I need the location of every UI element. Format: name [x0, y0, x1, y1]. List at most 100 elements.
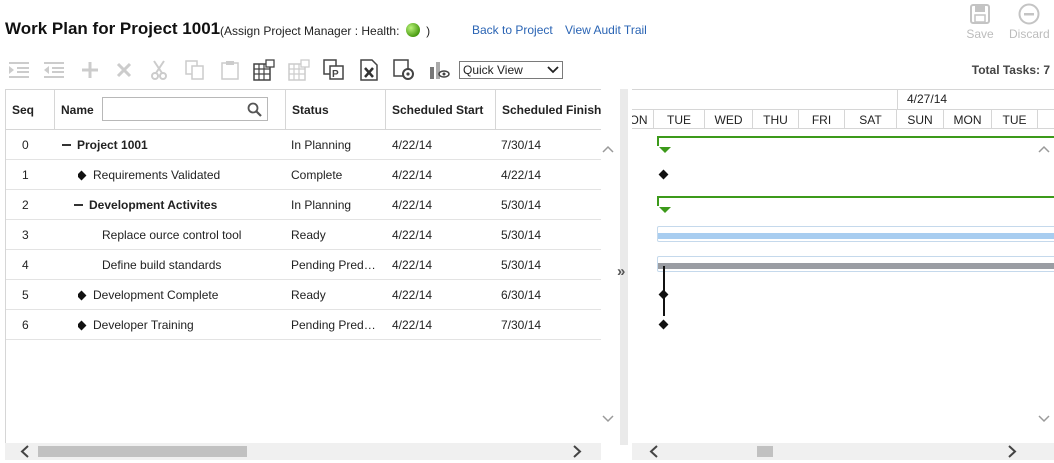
gantt-milestone[interactable] — [658, 289, 669, 300]
scroll-right-icon[interactable] — [1007, 445, 1017, 458]
cell-finish: 7/30/14 — [501, 318, 542, 332]
table-row[interactable]: 5 Development Complete Ready 4/22/14 6/3… — [6, 280, 601, 310]
cell-name: Project 1001 — [62, 130, 148, 160]
column-header-seq[interactable]: Seq — [6, 90, 55, 129]
table-row[interactable]: 4 Define build standards Pending Pred… 4… — [6, 250, 601, 280]
outdent-icon[interactable] — [43, 59, 65, 81]
discard-label: Discard — [1009, 27, 1050, 41]
gantt-milestone[interactable] — [658, 169, 669, 180]
gantt-task-fill — [658, 233, 1054, 239]
gantt-day: TUE — [992, 110, 1038, 129]
cell-finish: 4/22/14 — [501, 168, 542, 182]
cell-status: Pending Pred… — [291, 258, 376, 272]
cell-start: 4/22/14 — [392, 168, 433, 182]
gantt-day-header: ON TUE WED THU FRI SAT SUN MON TUE — [632, 109, 1054, 129]
export-excel-icon[interactable] — [358, 59, 380, 81]
paste-icon[interactable] — [219, 59, 241, 81]
indent-icon[interactable] — [8, 59, 30, 81]
cell-name: Development Complete — [78, 280, 218, 310]
cell-status: Pending Pred… — [291, 318, 376, 332]
grid-horizontal-scrollbar[interactable] — [5, 443, 601, 460]
gantt-vertical-scrollbar[interactable] — [1036, 140, 1052, 430]
delete-icon[interactable] — [113, 59, 135, 81]
gantt-task-fill — [658, 263, 1054, 269]
cell-name: Define build standards — [102, 258, 222, 272]
grid-vertical-scrollbar[interactable] — [600, 140, 616, 430]
table-row[interactable]: 0 Project 1001 In Planning 4/22/14 7/30/… — [6, 130, 601, 160]
cell-name: Replace ource control tool — [102, 228, 242, 242]
scroll-up-icon[interactable] — [1036, 144, 1052, 154]
cell-start: 4/22/14 — [392, 228, 433, 242]
settings-icon[interactable] — [393, 59, 415, 81]
gantt-day: WED — [705, 110, 753, 129]
view-audit-trail-link[interactable]: View Audit Trail — [565, 23, 647, 37]
cell-status: Ready — [291, 288, 326, 302]
cell-name: Requirements Validated — [78, 160, 220, 190]
cell-name: Developer Training — [78, 310, 194, 340]
cell-status: In Planning — [291, 198, 352, 212]
scroll-thumb[interactable] — [757, 446, 773, 457]
row-name: Requirements Validated — [93, 168, 221, 182]
table-row[interactable]: 1 Requirements Validated Complete 4/22/1… — [6, 160, 601, 190]
scroll-left-icon[interactable] — [649, 445, 659, 458]
copy-icon[interactable] — [184, 59, 206, 81]
gantt-summary-bar[interactable] — [657, 136, 1054, 153]
gantt-task-bar[interactable] — [657, 226, 1054, 242]
cell-start: 4/22/14 — [392, 198, 433, 212]
table-row[interactable]: 2 Development Activites In Planning 4/22… — [6, 190, 601, 220]
gantt-day: SUN — [897, 110, 944, 129]
gantt-day: TUE — [654, 110, 705, 129]
copy-project-icon[interactable]: P — [323, 59, 345, 81]
grid-disabled-icon[interactable] — [288, 59, 310, 81]
collapse-pane-toggle[interactable]: » — [617, 263, 625, 280]
row-name: Developer Training — [93, 318, 194, 332]
gantt-task-bar[interactable] — [657, 256, 1054, 272]
scroll-thumb[interactable] — [38, 446, 247, 457]
table-row[interactable]: 6 Developer Training Pending Pred… 4/22/… — [6, 310, 601, 340]
column-header-status[interactable]: Status — [286, 90, 386, 129]
row-name: Development Activites — [89, 198, 218, 212]
chevron-down-icon — [547, 66, 559, 74]
collapse-icon[interactable] — [62, 144, 71, 146]
gantt-week-label: 4/27/14 — [907, 92, 948, 106]
save-button[interactable]: Save — [960, 3, 1000, 41]
scroll-right-icon[interactable] — [572, 445, 582, 458]
gantt-milestone[interactable] — [658, 319, 669, 330]
scroll-down-icon[interactable] — [600, 414, 616, 424]
cell-start: 4/22/14 — [392, 258, 433, 272]
discard-button[interactable]: Discard — [1009, 3, 1050, 41]
add-icon[interactable] — [79, 59, 101, 81]
cell-status: In Planning — [291, 138, 352, 152]
milestone-icon — [78, 320, 87, 330]
health-status-icon — [405, 23, 420, 37]
health-suffix: ) — [426, 24, 431, 38]
cell-finish: 5/30/14 — [501, 228, 542, 242]
gantt-chart: 4/27/14 ON TUE WED THU FRI SAT SUN MON T… — [632, 89, 1054, 445]
gantt-summary-bar[interactable] — [657, 196, 1054, 213]
cell-start: 4/22/14 — [392, 318, 433, 332]
back-to-project-link[interactable]: Back to Project — [472, 23, 553, 37]
task-grid: Seq Name Status Scheduled Start Schedule… — [5, 89, 601, 445]
collapse-icon[interactable] — [74, 204, 83, 206]
cut-icon[interactable] — [148, 59, 170, 81]
column-header-scheduled-finish[interactable]: Scheduled Finish — [496, 90, 601, 129]
grid-header: Seq Name Status Scheduled Start Schedule… — [6, 90, 601, 130]
column-header-name-label: Name — [61, 102, 94, 117]
column-header-scheduled-start[interactable]: Scheduled Start — [386, 90, 496, 129]
search-icon[interactable] — [247, 102, 262, 117]
health-prefix: (Assign Project Manager : Health: — [220, 24, 400, 38]
scroll-left-icon[interactable] — [20, 445, 30, 458]
view-icon[interactable] — [428, 59, 450, 81]
scroll-up-icon[interactable] — [600, 144, 616, 154]
gantt-day: SAT — [845, 110, 897, 129]
name-search-input[interactable] — [102, 97, 268, 121]
gantt-horizontal-scrollbar[interactable] — [632, 443, 1054, 460]
grid-settings-icon[interactable] — [253, 59, 275, 81]
table-row[interactable]: 3 Replace ource control tool Ready 4/22/… — [6, 220, 601, 250]
quick-view-select[interactable]: Quick View — [459, 61, 563, 79]
cell-status: Ready — [291, 228, 326, 242]
cell-seq: 6 — [22, 318, 29, 332]
cell-finish: 7/30/14 — [501, 138, 542, 152]
gantt-day: MON — [944, 110, 992, 129]
scroll-down-icon[interactable] — [1036, 414, 1052, 424]
